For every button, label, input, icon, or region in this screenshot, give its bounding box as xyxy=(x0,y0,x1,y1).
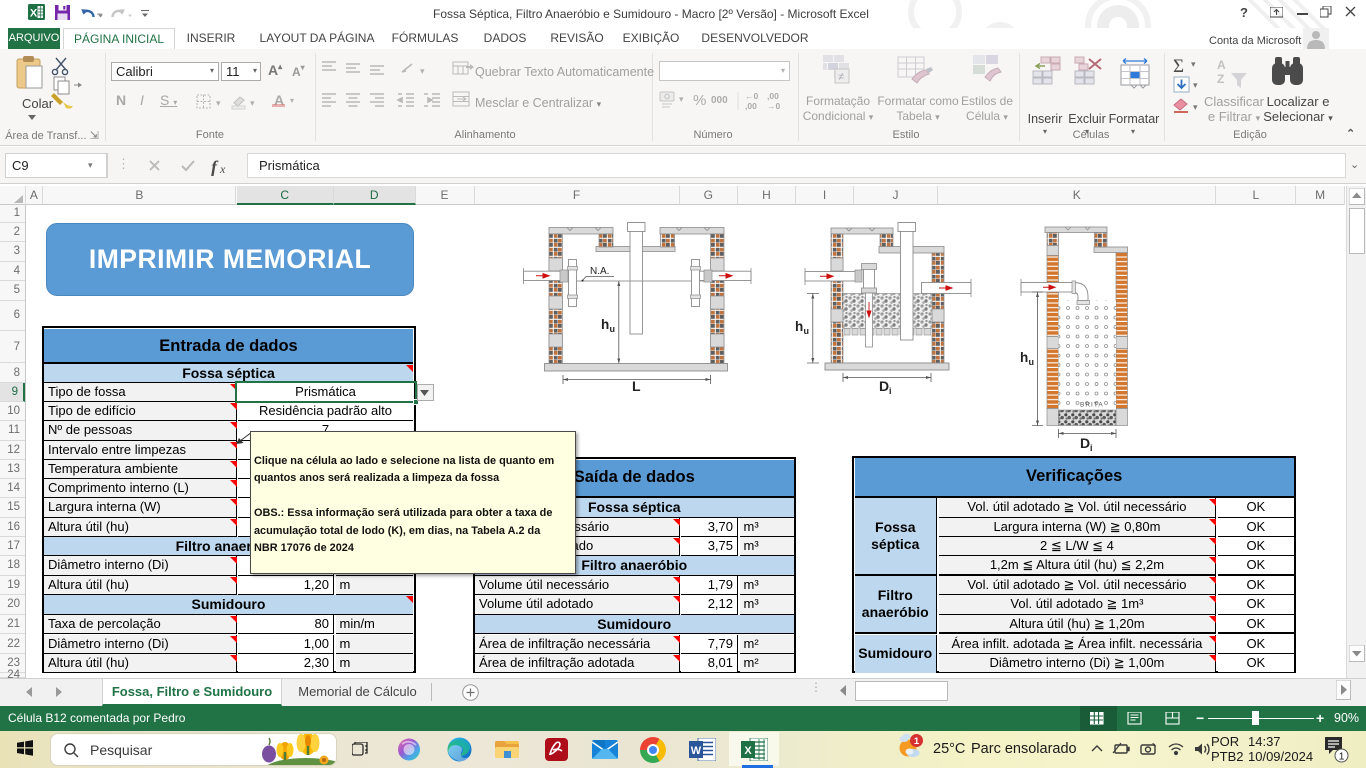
svg-text:h: h xyxy=(795,319,803,334)
svg-text:,00: ,00 xyxy=(745,101,757,111)
svg-text:▾: ▾ xyxy=(1193,80,1198,90)
svg-text:▾: ▾ xyxy=(250,98,255,108)
svg-text:≠: ≠ xyxy=(838,71,844,83)
svg-text:BRITA: BRITA xyxy=(1080,402,1104,409)
svg-text:▾: ▾ xyxy=(1191,59,1196,69)
svg-text:▾: ▾ xyxy=(679,94,684,104)
svg-text:X: X xyxy=(30,8,38,20)
svg-text:f: f xyxy=(211,157,219,176)
svg-text:h: h xyxy=(601,317,609,332)
svg-text:N.A.: N.A. xyxy=(590,266,609,277)
svg-text:Σ: Σ xyxy=(1173,56,1184,77)
svg-text:x: x xyxy=(219,162,226,176)
svg-text:D: D xyxy=(1080,435,1090,451)
svg-text:,00: ,00 xyxy=(767,91,779,101)
svg-text:%: % xyxy=(693,92,706,109)
svg-text:Colar: Colar xyxy=(22,96,54,111)
svg-text:i: i xyxy=(889,386,892,396)
svg-text:▾: ▾ xyxy=(420,66,425,76)
svg-text:←0: ←0 xyxy=(745,91,759,101)
svg-text:L: L xyxy=(632,378,641,394)
svg-text:X: X xyxy=(744,745,752,757)
svg-text:W: W xyxy=(691,745,702,757)
svg-text:Z: Z xyxy=(1217,72,1224,86)
svg-text:1: 1 xyxy=(1339,751,1345,763)
svg-text:u: u xyxy=(1029,357,1035,367)
svg-text:u: u xyxy=(610,324,616,334)
svg-text:1: 1 xyxy=(914,736,920,747)
svg-text:▾: ▾ xyxy=(216,98,221,108)
svg-text:A: A xyxy=(1217,58,1226,72)
svg-text:h: h xyxy=(1020,350,1028,365)
svg-text:u: u xyxy=(804,326,810,336)
svg-text:i: i xyxy=(1090,443,1093,453)
svg-text:000: 000 xyxy=(711,95,728,106)
svg-text:D: D xyxy=(879,378,889,394)
svg-text:→0: →0 xyxy=(767,101,781,111)
